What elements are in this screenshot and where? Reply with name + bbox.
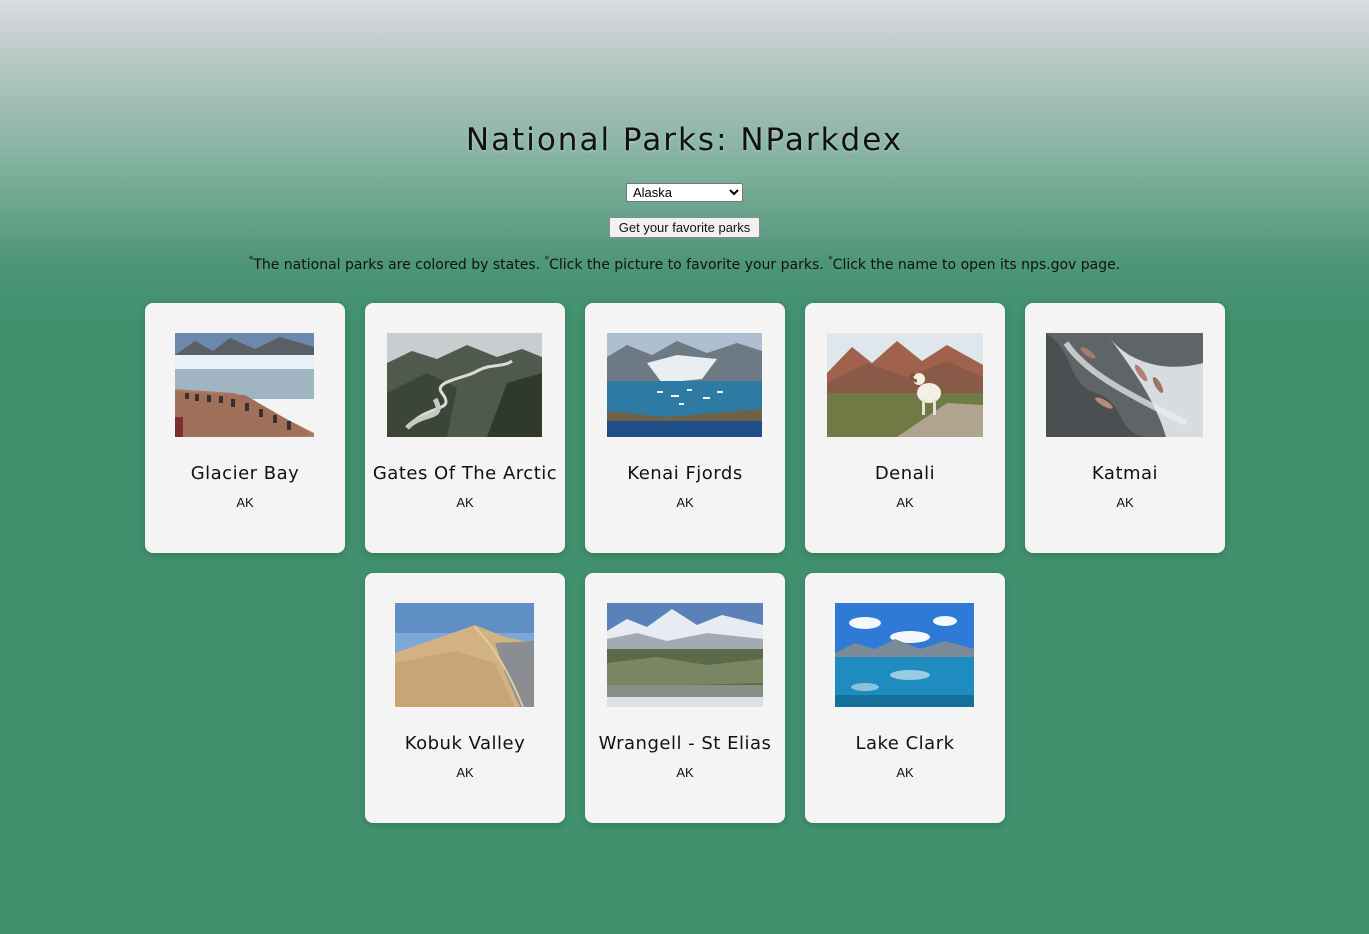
- park-name-link[interactable]: Gates Of The Arctic: [365, 463, 565, 484]
- lake-clark-photo[interactable]: [835, 603, 974, 707]
- park-state: AK: [676, 495, 694, 510]
- denali-photo[interactable]: [827, 333, 983, 437]
- park-name-link[interactable]: Kenai Fjords: [585, 463, 785, 484]
- page-title: National Parks: NParkdex: [465, 122, 904, 158]
- park-state: AK: [456, 495, 474, 510]
- park-name-link[interactable]: Wrangell - St Elias: [585, 733, 785, 754]
- wrangell-st-elias-photo[interactable]: [607, 603, 763, 707]
- note-click-picture: Click the picture to favorite your parks…: [549, 257, 824, 273]
- park-state: AK: [896, 495, 914, 510]
- note-click-name: Click the name to open its nps.gov page.: [832, 257, 1121, 273]
- park-state: AK: [1116, 495, 1134, 510]
- park-name-link[interactable]: Lake Clark: [805, 733, 1005, 754]
- glacier-bay-photo[interactable]: [175, 333, 314, 437]
- park-card: Kenai Fjords AK: [585, 303, 785, 553]
- kenai-fjords-photo[interactable]: [607, 333, 762, 437]
- katmai-photo[interactable]: [1046, 333, 1203, 437]
- gates-of-the-arctic-photo[interactable]: [387, 333, 542, 437]
- park-state: AK: [896, 765, 914, 780]
- park-state: AK: [456, 765, 474, 780]
- get-favorite-parks-button[interactable]: Get your favorite parks: [609, 217, 760, 238]
- page: National Parks: NParkdex Alaska Get your…: [0, 0, 1369, 934]
- park-name-link[interactable]: Katmai: [1025, 463, 1225, 484]
- note-colored-by-states: The national parks are colored by states…: [253, 257, 541, 273]
- park-card: Gates Of The Arctic AK: [365, 303, 565, 553]
- park-card: Wrangell - St Elias AK: [585, 573, 785, 823]
- park-state: AK: [236, 495, 254, 510]
- state-select[interactable]: Alaska: [626, 183, 743, 202]
- park-state: AK: [676, 765, 694, 780]
- park-card: Denali AK: [805, 303, 1005, 553]
- instructions-text: *The national parks are colored by state…: [0, 255, 1369, 273]
- park-card: Lake Clark AK: [805, 573, 1005, 823]
- park-card: Glacier Bay AK: [145, 303, 345, 553]
- park-card: Katmai AK: [1025, 303, 1225, 553]
- park-name-link[interactable]: Glacier Bay: [145, 463, 345, 484]
- park-card: Kobuk Valley AK: [365, 573, 565, 823]
- park-name-link[interactable]: Denali: [805, 463, 1005, 484]
- kobuk-valley-photo[interactable]: [395, 603, 534, 707]
- park-name-link[interactable]: Kobuk Valley: [365, 733, 565, 754]
